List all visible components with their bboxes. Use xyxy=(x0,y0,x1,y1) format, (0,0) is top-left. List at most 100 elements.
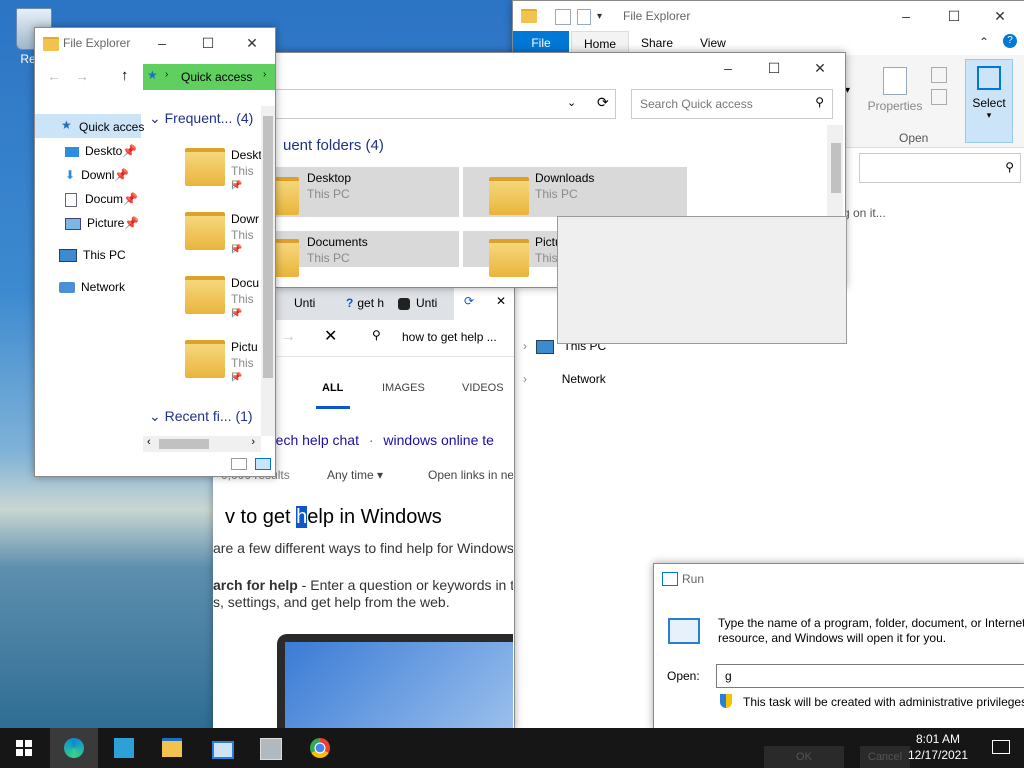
result-snippet-2: arch for help - Enter a question or keyw… xyxy=(213,577,513,593)
clock[interactable]: 8:01 AM 12/17/2021 xyxy=(900,732,976,762)
nav-item-quick-access[interactable]: ★ Quick acces xyxy=(35,114,144,138)
chrome-icon xyxy=(310,738,330,758)
search-box[interactable]: ⚲ xyxy=(859,153,1021,183)
frequent-group-header[interactable]: ⌄ Frequent... (4) xyxy=(149,110,253,127)
close-button[interactable]: ✕ xyxy=(797,53,843,83)
network-icon xyxy=(59,282,75,294)
forward-icon[interactable]: → xyxy=(280,328,296,346)
title-bar[interactable]: File Explorer – ☐ ✕ xyxy=(35,28,275,58)
back-icon[interactable]: ← xyxy=(47,68,61,84)
tab-get-help[interactable]: ? get h xyxy=(346,296,384,310)
downloads-folder-icon xyxy=(489,177,529,215)
select-button[interactable]: Select ▾ xyxy=(965,59,1013,143)
taskbar-file-explorer[interactable] xyxy=(148,728,196,768)
horizontal-scrollbar[interactable]: ‹ › xyxy=(143,436,261,452)
taskbar-app[interactable] xyxy=(246,728,294,768)
search-box[interactable]: Search Quick access ⚲ xyxy=(631,89,833,119)
maximize-button[interactable]: ☐ xyxy=(751,53,797,83)
close-button[interactable]: ✕ xyxy=(977,1,1023,31)
minimize-button[interactable]: – xyxy=(883,1,929,31)
nav-item-pictures[interactable]: Picture📌 xyxy=(65,216,139,230)
open-links-toggle[interactable]: Open links in ne xyxy=(428,468,513,482)
clock-date: 12/17/2021 xyxy=(907,748,969,762)
customize-chevron-icon[interactable]: ▾ xyxy=(597,11,602,22)
frequent-folders-header[interactable]: uent folders (4) xyxy=(283,137,384,154)
filter-all[interactable]: ALL xyxy=(322,382,343,394)
star-icon: ★ xyxy=(147,68,158,82)
loading-icon: ⟳ xyxy=(464,294,475,308)
new-folder-icon[interactable] xyxy=(577,9,591,25)
edit-icon[interactable] xyxy=(931,89,947,105)
downloads-folder-icon xyxy=(185,212,225,250)
ribbon-collapse-icon[interactable]: ⌃ xyxy=(979,35,989,49)
list-item[interactable]: Docu This P 📌 xyxy=(143,270,261,330)
vertical-scrollbar[interactable] xyxy=(261,106,275,436)
picture-icon xyxy=(65,217,81,230)
address-dropdown-icon[interactable]: ⌄ xyxy=(567,96,576,109)
large-icons-view-icon[interactable] xyxy=(255,458,271,470)
properties-icon[interactable] xyxy=(555,9,571,25)
nav-item-downloads[interactable]: ⬇ Downl📌 xyxy=(65,168,129,182)
title-bar[interactable]: Run xyxy=(654,564,1024,594)
pictures-folder-icon xyxy=(489,239,529,277)
pin-icon: 📌 xyxy=(122,144,138,158)
minimize-button[interactable]: – xyxy=(705,53,751,83)
help-icon[interactable]: ? xyxy=(1003,34,1017,48)
list-item[interactable]: Pictu This P 📌 xyxy=(143,334,261,394)
start-button[interactable] xyxy=(0,728,48,768)
maximize-button[interactable]: ☐ xyxy=(185,28,231,58)
nav-item-network[interactable]: › Network xyxy=(523,371,606,386)
minimize-button[interactable]: – xyxy=(139,28,185,58)
nav-item-documents[interactable]: Docum📌 xyxy=(65,192,138,207)
address-bar[interactable]: ★ › Quick access › xyxy=(143,64,275,90)
any-time-dropdown[interactable]: Any time ▾ xyxy=(327,468,383,482)
forward-icon[interactable]: → xyxy=(75,68,89,84)
taskbar-server-manager[interactable] xyxy=(100,728,148,768)
file-explorer-window-left: File Explorer – ☐ ✕ ← → ↑ ★ › Quick acce… xyxy=(34,27,276,477)
tile-desktop[interactable]: Desktop This PC xyxy=(271,167,459,217)
result-title[interactable]: v to get help in Windows xyxy=(225,506,442,529)
list-item[interactable]: Deskt This P 📌 xyxy=(143,142,261,202)
address-bar[interactable]: ⌄ ⟳ xyxy=(275,89,616,119)
filter-images[interactable]: IMAGES xyxy=(382,382,425,394)
nav-item-network[interactable]: Network xyxy=(59,280,125,294)
tab-close-icon[interactable]: ✕ xyxy=(496,294,506,308)
up-icon[interactable]: ↑ xyxy=(121,67,129,84)
tile-pictures[interactable]: Pictu This xyxy=(463,231,562,277)
windows-logo-icon xyxy=(16,740,32,756)
breadcrumb-end-chevron-icon: › xyxy=(263,69,267,80)
taskbar-edge[interactable] xyxy=(50,728,98,768)
tab-share[interactable]: Share xyxy=(641,36,673,50)
tab-untitled-2[interactable]: Unti xyxy=(398,296,437,310)
tab-active-loading[interactable]: ⟳ ✕ xyxy=(454,286,514,320)
taskbar-chrome[interactable] xyxy=(296,728,344,768)
title-bar[interactable]: ▾ File Explorer – ☐ ✕ xyxy=(513,1,1024,31)
run-dialog: Run Type the name of a program, folder, … xyxy=(653,563,1024,730)
open-icon[interactable] xyxy=(931,67,947,83)
tab-untitled-1[interactable]: Unti xyxy=(294,296,315,310)
nav-item-desktop[interactable]: Deskto📌 xyxy=(65,144,137,158)
run-input[interactable]: g xyxy=(716,664,1024,688)
address-bar[interactable]: how to get help ... xyxy=(402,330,497,344)
computer-icon xyxy=(536,339,555,354)
details-view-icon[interactable] xyxy=(231,458,247,470)
recent-group-header[interactable]: ⌄ Recent fi... (1) xyxy=(149,408,253,425)
refresh-icon[interactable]: ⟳ xyxy=(597,94,609,111)
result-image-laptop[interactable] xyxy=(277,634,513,728)
tile-documents[interactable]: Documents This PC xyxy=(271,231,459,277)
related-search-2[interactable]: windows online te xyxy=(383,432,494,448)
filter-videos[interactable]: VIDEOS xyxy=(462,382,504,394)
tab-view[interactable]: View xyxy=(700,36,726,50)
taskbar-run[interactable] xyxy=(198,728,246,768)
download-icon: ⬇ xyxy=(65,168,76,182)
run-ok-button-peek[interactable]: OK xyxy=(764,746,844,768)
properties-button[interactable]: Properties xyxy=(865,63,925,133)
tile-downloads[interactable]: Downloads This PC xyxy=(463,167,687,217)
notifications-button[interactable] xyxy=(980,728,1024,768)
list-item[interactable]: Dowr This P 📌 xyxy=(143,206,261,266)
nav-item-this-pc[interactable]: This PC xyxy=(59,248,126,263)
close-button[interactable]: ✕ xyxy=(229,28,275,58)
stop-icon[interactable]: ✕ xyxy=(324,326,337,346)
maximize-button[interactable]: ☐ xyxy=(931,1,977,31)
laptop-screen xyxy=(285,642,513,728)
